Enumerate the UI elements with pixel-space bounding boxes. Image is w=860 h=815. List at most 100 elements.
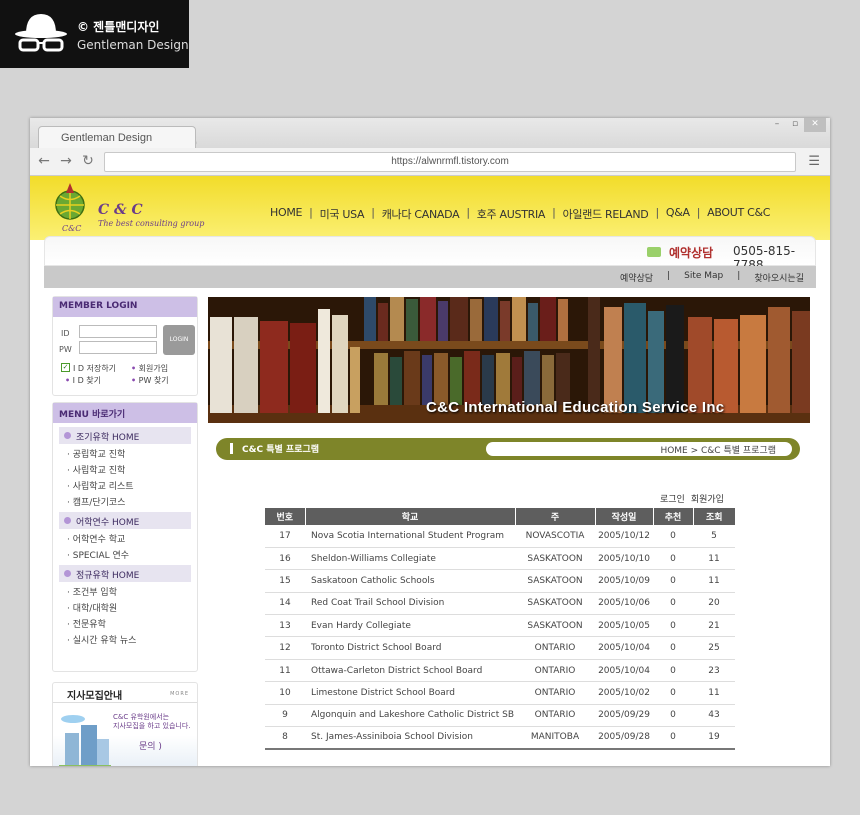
- maximize-button[interactable]: ▫: [786, 118, 804, 132]
- menu-item[interactable]: · 실시간 유학 뉴스: [53, 630, 197, 646]
- join-link[interactable]: 회원가입: [691, 492, 724, 505]
- table-row[interactable]: 9 Algonquin and Lakeshore Catholic Distri…: [265, 704, 735, 728]
- util-reservation-link[interactable]: 예약상담: [620, 271, 653, 284]
- forward-icon[interactable]: →: [58, 153, 74, 169]
- menu-item[interactable]: · 사립학교 진학: [53, 460, 197, 476]
- cell-province: SASKATOON: [515, 547, 595, 571]
- id-label: ID: [61, 329, 70, 338]
- svg-text:C&C: C&C: [62, 224, 81, 233]
- col-recommend[interactable]: 추천: [652, 508, 693, 525]
- cell-school[interactable]: Toronto District School Board: [305, 636, 515, 660]
- table-row[interactable]: 15 Saskatoon Catholic Schools SASKATOON 200…: [265, 569, 735, 593]
- more-link[interactable]: MORE: [170, 691, 189, 697]
- nav-qa[interactable]: Q&A: [659, 206, 697, 222]
- cell-number: 14: [265, 592, 305, 616]
- nav-austria[interactable]: 호주 AUSTRIA: [470, 206, 552, 222]
- save-id-label: I D 저장하기: [73, 364, 117, 373]
- browser-toolbar: ← → ↻ https://alwnrmfl.tistory.com ☰: [30, 148, 830, 176]
- cell-school[interactable]: Ottawa-Carleton District School Board: [305, 659, 515, 683]
- table-row[interactable]: 11 Ottawa-Carleton District School Board O…: [265, 659, 735, 683]
- cell-province: ONTARIO: [515, 704, 595, 728]
- bookshelf-banner: C&C International Education Service Inc: [208, 297, 810, 423]
- table-row[interactable]: 13 Evan Hardy Collegiate SASKATOON 2005/10/…: [265, 614, 735, 638]
- cell-number: 10: [265, 681, 305, 705]
- login-link[interactable]: 로그인: [660, 492, 685, 505]
- table-row[interactable]: 10 Limestone District School Board ONTARIO…: [265, 681, 735, 705]
- util-sitemap-link[interactable]: Site Map: [684, 271, 723, 284]
- table-header-row: 번호 학교 주 작성일 추천 조회: [265, 508, 735, 525]
- address-bar[interactable]: https://alwnrmfl.tistory.com: [104, 152, 796, 172]
- col-school[interactable]: 학교: [304, 508, 515, 525]
- cell-school[interactable]: Saskatoon Catholic Schools: [305, 569, 515, 593]
- browser-menu-icon[interactable]: ☰: [808, 154, 820, 169]
- menu-item[interactable]: · 캠프/단기코스: [53, 492, 197, 508]
- cell-recommend: 0: [653, 704, 693, 728]
- col-province[interactable]: 주: [514, 508, 595, 525]
- pw-input[interactable]: [79, 341, 157, 354]
- cell-province: ONTARIO: [515, 681, 595, 705]
- cell-school[interactable]: Sheldon-Williams Collegiate: [305, 547, 515, 571]
- branch-recruit-box[interactable]: 지사모집안내 MORE C&C 유학원에서는 지사모집을 하고 있습니다. 문의 …: [52, 682, 198, 766]
- reload-icon[interactable]: ↻: [80, 153, 96, 169]
- back-icon[interactable]: ←: [36, 153, 52, 169]
- menu-item[interactable]: · 사립학교 리스트: [53, 476, 197, 492]
- save-id-checkbox[interactable]: ✓: [61, 363, 70, 372]
- cell-school[interactable]: Limestone District School Board: [305, 681, 515, 705]
- nav-canada[interactable]: 캐나다 CANADA: [375, 206, 467, 222]
- quick-menu: MENU 바로가기 조기유학 HOME · 공립학교 진학 · 사립학교 진학 …: [52, 402, 198, 672]
- table-row[interactable]: 8 St. James-Assiniboia School Division MAN…: [265, 726, 735, 750]
- id-input[interactable]: [79, 325, 157, 338]
- table-row[interactable]: 12 Toronto District School Board ONTARIO 20…: [265, 636, 735, 660]
- col-views[interactable]: 조회: [692, 508, 735, 525]
- cell-school[interactable]: Evan Hardy Collegiate: [305, 614, 515, 638]
- cell-views: 5: [693, 525, 735, 548]
- breadcrumb-text[interactable]: HOME > C&C 특별 프로그램: [660, 443, 776, 456]
- utility-bar: 예약상담 | Site Map | 찾아오시는길: [44, 266, 816, 288]
- menu-regular-study-home[interactable]: 정규유학 HOME: [59, 565, 191, 582]
- browser-tab[interactable]: Gentleman Design: [38, 126, 196, 148]
- table-row[interactable]: 17 Nova Scotia International Student Prog…: [265, 525, 735, 548]
- util-directions-link[interactable]: 찾아오시는길: [754, 271, 804, 284]
- menu-item[interactable]: · SPECIAL 연수: [53, 545, 197, 561]
- recruit-contact[interactable]: 문의 ): [139, 739, 162, 752]
- menu-item[interactable]: · 어학연수 학교: [53, 529, 197, 545]
- cell-views: 19: [693, 726, 735, 750]
- cell-views: 11: [693, 681, 735, 705]
- login-button[interactable]: LOGIN: [163, 325, 195, 355]
- watermark-subtitle: Gentleman Design: [77, 38, 189, 52]
- close-button[interactable]: ✕: [804, 118, 826, 132]
- cell-school[interactable]: Algonquin and Lakeshore Catholic Distric…: [305, 704, 515, 728]
- cell-date: 2005/10/05: [595, 614, 653, 638]
- nav-about[interactable]: ABOUT C&C: [700, 206, 777, 222]
- globe-logo-icon[interactable]: C&C: [50, 181, 90, 233]
- cell-school[interactable]: Nova Scotia International Student Progra…: [305, 525, 515, 548]
- menu-item[interactable]: · 조건부 입학: [53, 582, 197, 598]
- cell-views: 25: [693, 636, 735, 660]
- menu-item[interactable]: · 전문유학: [53, 614, 197, 630]
- nav-ireland[interactable]: 아일랜드 RELAND: [556, 206, 656, 222]
- cell-school[interactable]: St. James-Assiniboia School Division: [305, 726, 515, 750]
- find-id-link[interactable]: • I D 찾기: [65, 375, 101, 386]
- menu-early-study-home[interactable]: 조기유학 HOME: [59, 427, 191, 444]
- col-number[interactable]: 번호: [265, 508, 305, 525]
- minimize-button[interactable]: –: [768, 118, 786, 132]
- cell-recommend: 0: [653, 525, 693, 548]
- cell-recommend: 0: [653, 569, 693, 593]
- menu-item[interactable]: · 대학/대학원: [53, 598, 197, 614]
- cell-number: 8: [265, 726, 305, 750]
- cell-school[interactable]: Red Coat Trail School Division: [305, 592, 515, 616]
- menu-language-study-home[interactable]: 어학연수 HOME: [59, 512, 191, 529]
- nav-usa[interactable]: 미국 USA: [313, 206, 372, 222]
- breadcrumb: HOME > C&C 특별 프로그램: [486, 442, 792, 456]
- table-row[interactable]: 16 Sheldon-Williams Collegiate SASKATOON 20…: [265, 547, 735, 571]
- col-date[interactable]: 작성일: [594, 508, 653, 525]
- find-pw-link[interactable]: • PW 찾기: [131, 375, 169, 386]
- table-row[interactable]: 14 Red Coat Trail School Division SASKATOO…: [265, 592, 735, 616]
- cell-province: ONTARIO: [515, 659, 595, 683]
- cell-date: 2005/10/04: [595, 659, 653, 683]
- nav-home[interactable]: HOME: [263, 206, 309, 222]
- signup-link[interactable]: • 회원가입: [131, 363, 168, 374]
- cell-number: 12: [265, 636, 305, 660]
- menu-item[interactable]: · 공립학교 진학: [53, 444, 197, 460]
- cell-number: 17: [265, 525, 305, 548]
